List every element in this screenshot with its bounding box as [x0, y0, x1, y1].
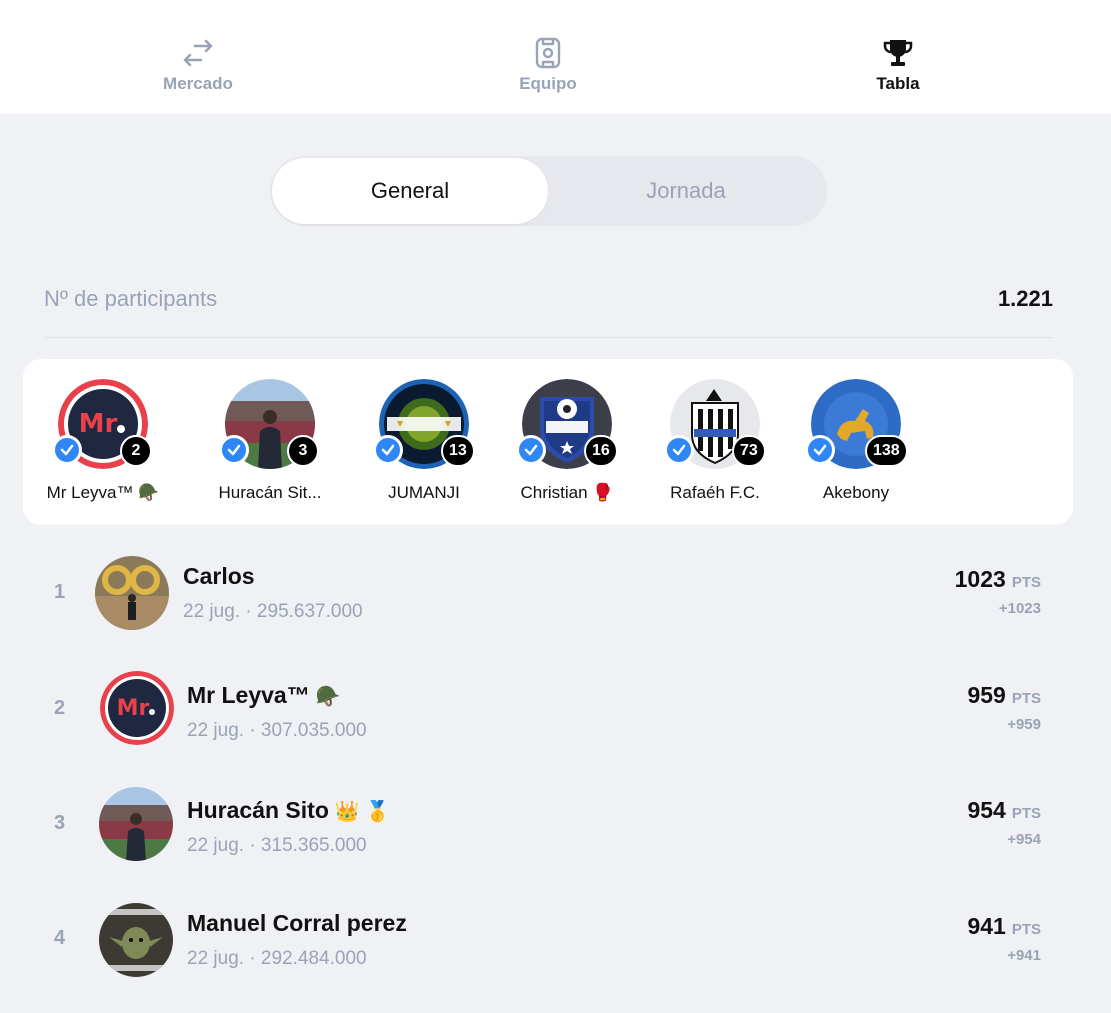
- jersey-card-icon: [535, 37, 561, 69]
- player-details: 22 jug. · 292.484.000: [187, 948, 367, 969]
- svg-text:Mr: Mr: [79, 409, 118, 439]
- player-name: Huracán Sito 👑 🥇: [187, 797, 391, 823]
- verified-icon: [516, 435, 546, 465]
- stadium-photo-avatar: [99, 787, 173, 861]
- player-name: Carlos: [183, 563, 255, 589]
- standings-row[interactable]: 2 Mr Mr Leyva™ 🪖 22 jug. · 307.035.000 95…: [0, 670, 1111, 780]
- points-delta: +959: [1007, 716, 1041, 733]
- avatar: [99, 903, 173, 977]
- points-delta: +1023: [998, 600, 1041, 617]
- top-user-name: Huracán Sit...: [218, 483, 322, 502]
- rank-number: 1: [54, 581, 66, 603]
- avatar: Mr: [100, 671, 174, 745]
- tab-general[interactable]: General: [272, 158, 548, 224]
- tab-jornada[interactable]: Jornada: [548, 158, 824, 224]
- followed-users-card: Mr 2 Mr Leyva™ 🪖 3 Huracán Sit... 13 JUM…: [23, 359, 1073, 525]
- player-details: 22 jug. · 307.035.000: [187, 720, 367, 741]
- player-name: Mr Leyva™ 🪖: [187, 682, 341, 708]
- top-user-name: JUMANJI: [388, 483, 460, 502]
- points: 954 PTS: [967, 797, 1041, 823]
- position-badge: 16: [584, 435, 618, 467]
- participants-label: Nº de participants: [44, 286, 218, 311]
- nav-equipo[interactable]: Equipo: [478, 36, 618, 94]
- rank-number: 4: [54, 927, 66, 949]
- standings-row[interactable]: 3 Huracán Sito 👑 🥇 22 jug. · 315.365.000 …: [0, 786, 1111, 896]
- top-navigation: Mercado Equipo Tabla: [0, 0, 1111, 114]
- player-details: 22 jug. · 295.637.000: [183, 601, 363, 622]
- svg-text:Mr: Mr: [117, 696, 150, 721]
- points-delta: +954: [1007, 831, 1041, 848]
- ranking-type-toggle: General Jornada: [270, 156, 827, 226]
- top-user-name: Rafaéh F.C.: [670, 483, 760, 502]
- avatar: [95, 556, 169, 630]
- nav-tabla[interactable]: Tabla: [828, 36, 968, 94]
- top-user-name: Christian 🥊: [520, 483, 614, 502]
- points: 1023 PTS: [954, 566, 1041, 592]
- rank-number: 3: [54, 812, 66, 834]
- standings-row[interactable]: 1 Carlos 22 jug. · 295.637.000 1023 PTS +…: [0, 550, 1111, 660]
- participants-row: Nº de participants 1.221: [44, 286, 1053, 338]
- nav-label-tabla: Tabla: [876, 74, 920, 93]
- position-badge: 138: [865, 435, 908, 467]
- points: 959 PTS: [967, 682, 1041, 708]
- standings-row[interactable]: 4 Manuel Corral perez 22 jug. · 292.484.…: [0, 902, 1111, 1012]
- verified-icon: [52, 435, 82, 465]
- position-badge: 73: [732, 435, 766, 467]
- crown-medal-emoji-icon: 👑 🥇: [334, 801, 391, 823]
- trophy-icon: [883, 40, 913, 66]
- top-user-name: Akebony: [822, 483, 890, 502]
- top-user-name: Mr Leyva™ 🪖: [46, 483, 160, 502]
- rank-number: 2: [54, 697, 66, 719]
- swap-arrows-icon: [183, 39, 213, 67]
- avatar: [99, 787, 173, 861]
- yoda-meme-avatar: [99, 903, 173, 977]
- position-badge: 3: [287, 435, 319, 467]
- points-delta: +941: [1007, 947, 1041, 964]
- verified-icon: [373, 435, 403, 465]
- position-badge: 13: [441, 435, 475, 467]
- points: 941 PTS: [967, 913, 1041, 939]
- mr-logo-avatar: Mr: [100, 671, 174, 745]
- position-badge: 2: [120, 435, 152, 467]
- verified-icon: [805, 435, 835, 465]
- nav-label-mercado: Mercado: [163, 74, 233, 93]
- nav-mercado[interactable]: Mercado: [128, 36, 268, 94]
- player-name: Manuel Corral perez: [187, 910, 407, 936]
- participants-count: 1.221: [997, 286, 1053, 311]
- verified-icon: [219, 435, 249, 465]
- nav-label-equipo: Equipo: [519, 74, 577, 93]
- verified-icon: [664, 435, 694, 465]
- carlos-photo-avatar: [95, 556, 169, 630]
- player-details: 22 jug. · 315.365.000: [187, 835, 367, 856]
- helmet-emoji-icon: 🪖: [315, 686, 341, 708]
